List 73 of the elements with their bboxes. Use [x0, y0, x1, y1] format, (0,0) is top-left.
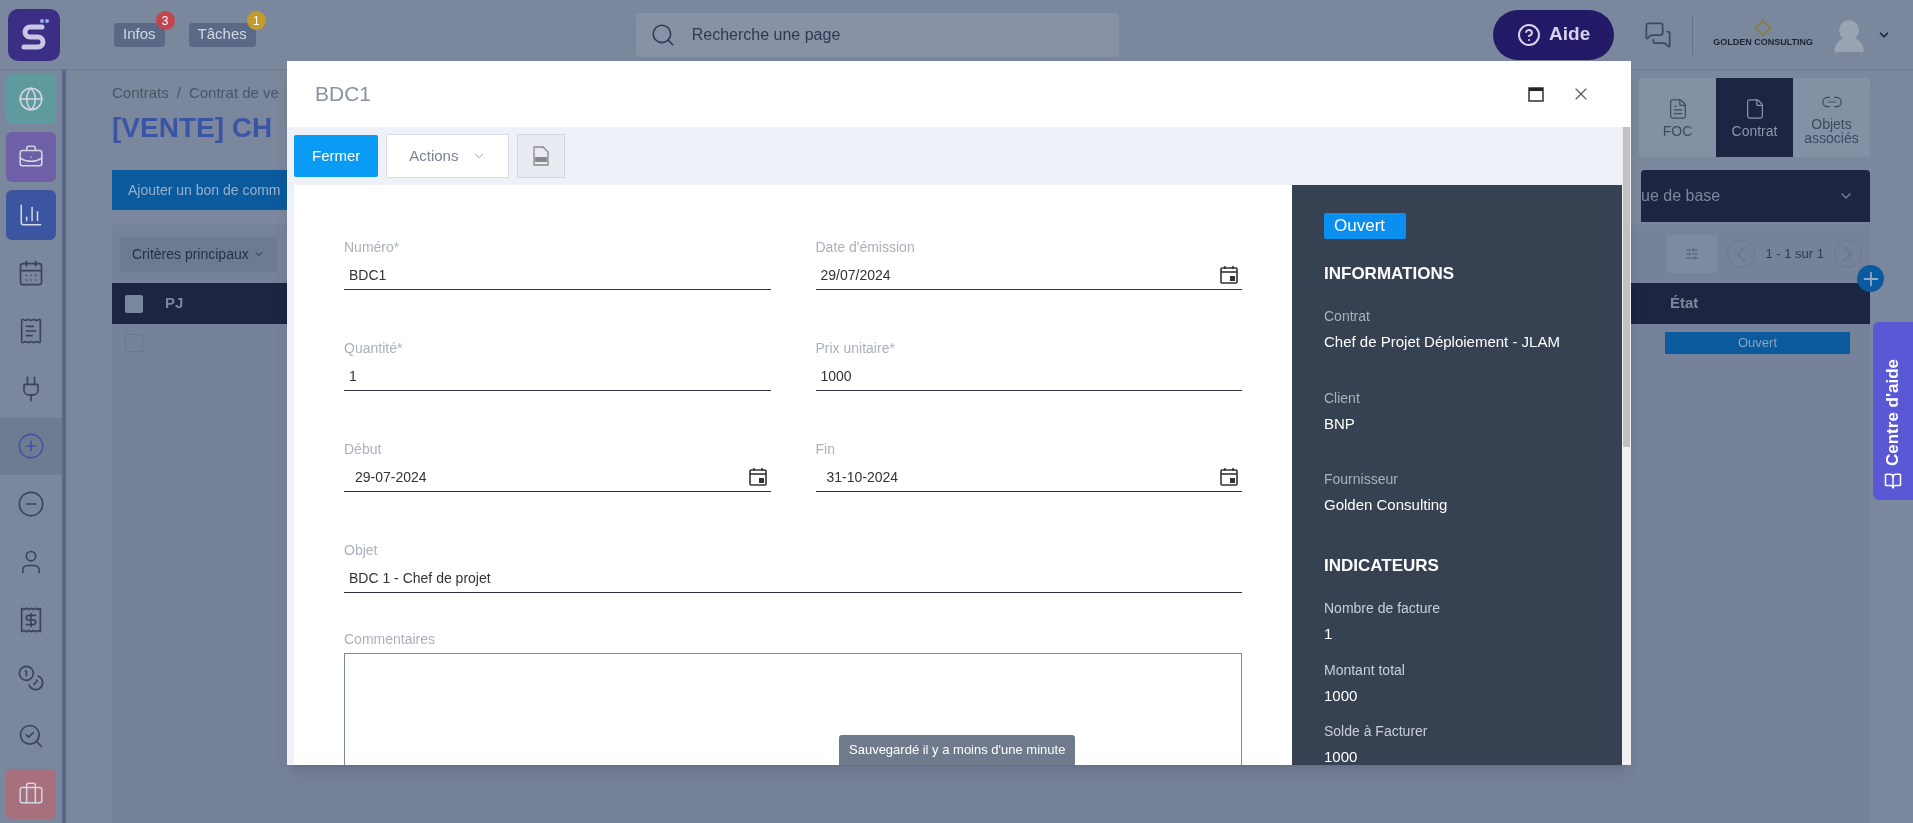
doc-file-icon: [533, 146, 550, 166]
filter-dropdown[interactable]: Critères principaux: [120, 236, 277, 272]
company-logo-icon: [1754, 19, 1773, 36]
page-title: [VENTE] CH: [112, 110, 274, 145]
input-field[interactable]: 1: [344, 365, 771, 391]
close-button[interactable]: Fermer: [294, 135, 379, 177]
help-icon: [1517, 22, 1542, 47]
info-value: Chef de Projet Déploiement - JLAM: [1324, 332, 1561, 352]
chat-icon[interactable]: [1644, 20, 1673, 49]
input-field[interactable]: 29/07/2024: [815, 264, 1242, 290]
app-logo[interactable]: [8, 8, 60, 61]
field-label: Commentaires: [344, 630, 437, 649]
field-label: Début: [344, 440, 383, 459]
info-value: 1: [1324, 624, 1334, 644]
calendar-icon[interactable]: [1219, 265, 1239, 285]
field-label: Numéro*: [344, 238, 401, 257]
company-name: GOLDEN CONSULTING: [1713, 35, 1813, 49]
coins-icon: [17, 664, 45, 693]
document-export-button[interactable]: [517, 134, 566, 178]
scrollbar[interactable]: [1622, 127, 1631, 765]
search-field[interactable]: Recherche une page: [635, 12, 1119, 57]
input-field[interactable]: 1000: [815, 365, 1242, 391]
field-label: Quantité*: [344, 339, 404, 358]
input-field[interactable]: 31-10-2024: [815, 466, 1242, 492]
info-label: Solde à Facturer: [1324, 722, 1429, 741]
save-status-toast: Sauvegardé il y a moins d'une minute: [839, 735, 1076, 765]
info-label: Nombre de facture: [1324, 599, 1441, 618]
view-tab[interactable]: FOC: [1639, 78, 1716, 157]
field-label: Date d'émission: [815, 238, 916, 257]
calendar-icon[interactable]: [1219, 467, 1239, 487]
calendar-icon[interactable]: [747, 467, 768, 487]
pagination-text: 1 - 1 sur 1: [1765, 245, 1824, 264]
info-label: Montant total: [1324, 660, 1406, 680]
field-label: Objet: [344, 541, 379, 560]
add-icon[interactable]: [1857, 265, 1884, 292]
plus-circle-icon: [17, 432, 45, 461]
info-value: BNP: [1324, 413, 1356, 434]
modal-title: BDC1: [315, 81, 372, 108]
field-label: Prix unitaire*: [815, 339, 896, 358]
help-button[interactable]: Aide: [1493, 9, 1615, 60]
minus-circle-icon: [17, 490, 45, 519]
calendar-icon: [17, 258, 45, 287]
input-field[interactable]: BDC1: [344, 264, 771, 290]
globe-icon: [18, 85, 44, 112]
sliders-icon: [1685, 247, 1700, 261]
actions-dropdown[interactable]: Actions: [386, 134, 510, 178]
info-label: Fournisseur: [1324, 470, 1399, 489]
info-label: Contrat: [1324, 307, 1371, 326]
status-button[interactable]: Ouvert: [1324, 213, 1406, 239]
view-tab[interactable]: Contrat: [1716, 78, 1793, 157]
info-value: 1000: [1324, 685, 1359, 706]
column-header[interactable]: PJ: [165, 292, 184, 315]
view-tab[interactable]: Objets associés: [1793, 78, 1870, 157]
sidebar-item[interactable]: [0, 417, 62, 476]
book-icon: [1884, 472, 1902, 490]
header-tab[interactable]: Tâches: [188, 22, 256, 47]
info-value: Golden Consulting: [1324, 495, 1449, 515]
status-badge: Ouvert: [1665, 332, 1850, 354]
column-header[interactable]: État: [1670, 292, 1870, 315]
input-field[interactable]: 29-07-2024: [344, 466, 771, 492]
section-heading: INDICATEURS: [1324, 554, 1440, 577]
count-badge: 3: [155, 11, 175, 31]
breadcrumb-separator: /: [176, 83, 181, 103]
info-value: 1000: [1324, 747, 1359, 765]
view-select[interactable]: ue de base: [1641, 170, 1870, 222]
header-checkbox[interactable]: [125, 294, 143, 313]
input-field[interactable]: BDC 1 - Chef de projet: [344, 567, 1242, 593]
info-label: Client: [1324, 388, 1361, 408]
count-badge: 1: [246, 11, 266, 31]
maximize-icon[interactable]: [1528, 86, 1544, 102]
section-heading: INFORMATIONS: [1324, 262, 1455, 285]
help-center-tab[interactable]: Centre d'aide: [1873, 322, 1913, 500]
field-label: Fin: [815, 440, 836, 459]
